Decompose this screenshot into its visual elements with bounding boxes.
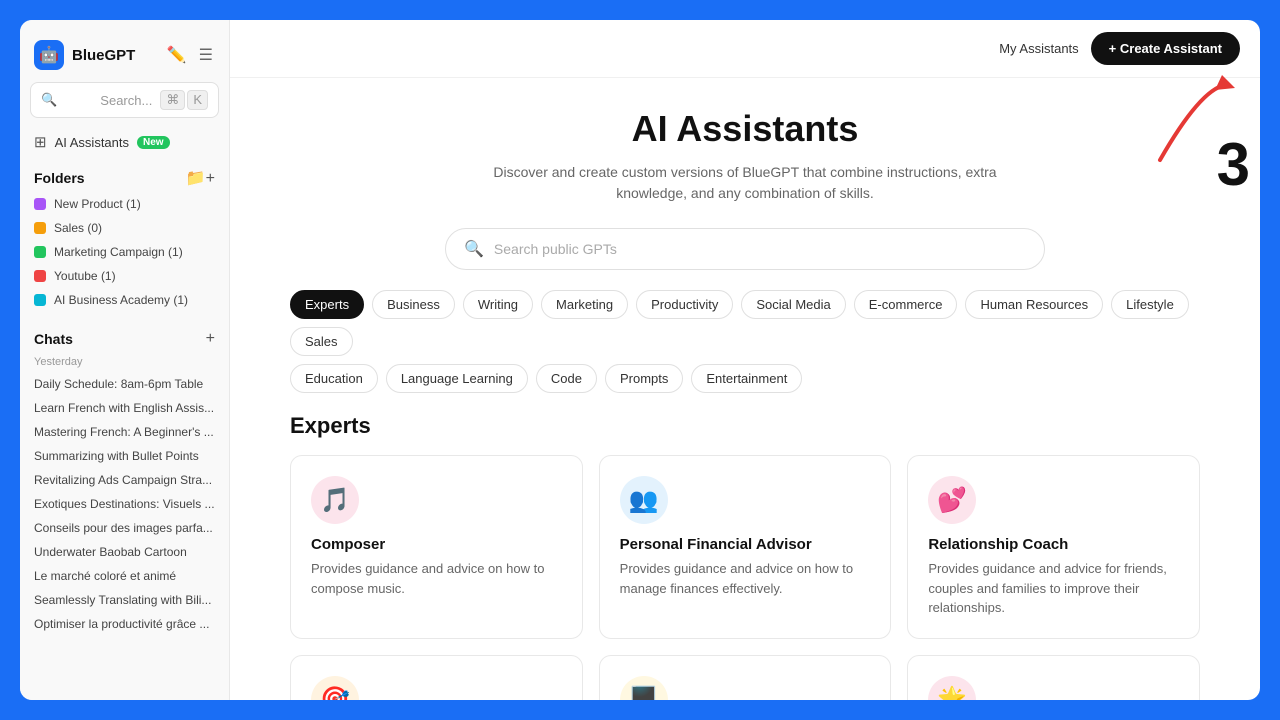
new-badge: New xyxy=(137,136,170,149)
chat-item[interactable]: Underwater Baobab Cartoon xyxy=(20,540,229,564)
add-chat-button[interactable]: + xyxy=(206,330,215,348)
app-name: BlueGPT xyxy=(72,47,135,64)
logo-area: 🤖 BlueGPT xyxy=(34,40,135,70)
folder-marketing[interactable]: Marketing Campaign (1) xyxy=(20,240,229,264)
chat-item[interactable]: Mastering French: A Beginner's ... xyxy=(20,420,229,444)
filter-education[interactable]: Education xyxy=(290,364,378,393)
nav-assistants-label: AI Assistants xyxy=(55,135,129,150)
sidebar-header: 🤖 BlueGPT ✏️ ☰ xyxy=(20,32,229,82)
chat-item[interactable]: Seamlessly Translating with Bili... xyxy=(20,588,229,612)
folder-dot xyxy=(34,270,46,282)
folder-label: Youtube (1) xyxy=(54,269,116,283)
chats-title: Chats xyxy=(34,331,73,347)
chat-item[interactable]: Optimiser la productivité grâce ... xyxy=(20,612,229,636)
folder-dot xyxy=(34,198,46,210)
card-avatar: 🎵 xyxy=(311,476,359,524)
filter-human-resources[interactable]: Human Resources xyxy=(965,290,1103,319)
filter-entertainment[interactable]: Entertainment xyxy=(691,364,802,393)
my-assistants-button[interactable]: My Assistants xyxy=(999,41,1078,56)
search-shortcut: ⌘ K xyxy=(160,90,208,110)
filter-social-media[interactable]: Social Media xyxy=(741,290,845,319)
card-avatar: 🌟 xyxy=(928,676,976,701)
kbd-cmd: ⌘ xyxy=(160,90,185,110)
filter-prompts[interactable]: Prompts xyxy=(605,364,683,393)
filter-business[interactable]: Business xyxy=(372,290,455,319)
main-content: My Assistants + Create Assistant AI Assi… xyxy=(230,20,1260,700)
create-assistant-button[interactable]: + Create Assistant xyxy=(1091,32,1240,65)
card-avatar: 🖥️ xyxy=(620,676,668,701)
chats-section: Chats + Yesterday Daily Schedule: 8am-6p… xyxy=(20,320,229,636)
search-input[interactable] xyxy=(494,241,1026,257)
filter-writing[interactable]: Writing xyxy=(463,290,533,319)
folders-section-header: Folders 📁+ xyxy=(20,158,229,192)
folder-sales[interactable]: Sales (0) xyxy=(20,216,229,240)
top-bar: My Assistants + Create Assistant xyxy=(230,20,1260,78)
filter-experts[interactable]: Experts xyxy=(290,290,364,319)
card-financial-advisor[interactable]: 👥 Personal Financial Advisor Provides gu… xyxy=(599,455,892,639)
folder-label: Sales (0) xyxy=(54,221,102,235)
card-desc: Provides guidance and advice on how to c… xyxy=(311,559,562,598)
public-gpt-search[interactable]: 🔍 xyxy=(445,228,1045,270)
card-life-coach[interactable]: 🌟 Life Coach Provides guidance and advic… xyxy=(907,655,1200,701)
page-title: AI Assistants xyxy=(290,108,1200,150)
chat-item[interactable]: Summarizing with Bullet Points xyxy=(20,444,229,468)
card-avatar: 💕 xyxy=(928,476,976,524)
card-web-design[interactable]: 🖥️ Web Design Consultant Gives tips and … xyxy=(599,655,892,701)
folders-title: Folders xyxy=(34,170,85,186)
search-icon: 🔍 xyxy=(464,239,484,259)
content-area: AI Assistants Discover and create custom… xyxy=(230,78,1260,700)
menu-icon[interactable]: ☰ xyxy=(197,43,215,67)
chat-item[interactable]: Daily Schedule: 8am-6pm Table xyxy=(20,372,229,396)
filter-sales[interactable]: Sales xyxy=(290,327,353,356)
folder-new-product[interactable]: New Product (1) xyxy=(20,192,229,216)
folder-youtube[interactable]: Youtube (1) xyxy=(20,264,229,288)
page-subtitle: Discover and create custom versions of B… xyxy=(290,162,1200,204)
category-title: Experts xyxy=(290,413,1200,439)
chat-item[interactable]: Learn French with English Assis... xyxy=(20,396,229,420)
filter-row-1: Experts Business Writing Marketing Produ… xyxy=(290,290,1200,356)
filter-code[interactable]: Code xyxy=(536,364,597,393)
card-career-counselor[interactable]: 🎯 Career Counselor Provides guidance and… xyxy=(290,655,583,701)
folder-dot xyxy=(34,222,46,234)
assistants-icon: ⊞ xyxy=(34,133,47,151)
folder-dot xyxy=(34,294,46,306)
chat-item[interactable]: Le marché coloré et animé xyxy=(20,564,229,588)
add-folder-button[interactable]: 📁+ xyxy=(186,168,215,188)
kbd-k: K xyxy=(187,90,208,110)
filter-lifestyle[interactable]: Lifestyle xyxy=(1111,290,1189,319)
chat-item[interactable]: Exotiques Destinations: Visuels ... xyxy=(20,492,229,516)
chats-section-header: Chats + xyxy=(20,320,229,352)
filter-ecommerce[interactable]: E-commerce xyxy=(854,290,958,319)
card-desc: Provides guidance and advice on how to m… xyxy=(620,559,871,598)
card-composer[interactable]: 🎵 Composer Provides guidance and advice … xyxy=(290,455,583,639)
chat-item[interactable]: Conseils pour des images parfa... xyxy=(20,516,229,540)
sidebar: 🤖 BlueGPT ✏️ ☰ 🔍 Search... ⌘ K ⊞ AI Assi… xyxy=(20,20,230,700)
folder-label: Marketing Campaign (1) xyxy=(54,245,183,259)
card-name: Composer xyxy=(311,536,562,553)
chat-date-label: Yesterday xyxy=(20,352,229,372)
search-icon: 🔍 xyxy=(41,92,92,108)
card-relationship-coach[interactable]: 💕 Relationship Coach Provides guidance a… xyxy=(907,455,1200,639)
sidebar-actions: ✏️ ☰ xyxy=(165,43,215,67)
chat-item[interactable]: Revitalizing Ads Campaign Stra... xyxy=(20,468,229,492)
filter-row-2: Education Language Learning Code Prompts… xyxy=(290,364,1200,393)
cards-grid: 🎵 Composer Provides guidance and advice … xyxy=(290,455,1200,700)
card-avatar: 👥 xyxy=(620,476,668,524)
filter-marketing[interactable]: Marketing xyxy=(541,290,628,319)
edit-icon[interactable]: ✏️ xyxy=(165,43,189,67)
card-name: Personal Financial Advisor xyxy=(620,536,871,553)
nav-ai-assistants[interactable]: ⊞ AI Assistants New xyxy=(20,126,229,158)
filter-productivity[interactable]: Productivity xyxy=(636,290,733,319)
folder-ai-business[interactable]: AI Business Academy (1) xyxy=(20,288,229,312)
logo-icon: 🤖 xyxy=(34,40,64,70)
folder-label: New Product (1) xyxy=(54,197,141,211)
folder-dot xyxy=(34,246,46,258)
folder-label: AI Business Academy (1) xyxy=(54,293,188,307)
search-box[interactable]: 🔍 Search... ⌘ K xyxy=(30,82,219,118)
card-name: Relationship Coach xyxy=(928,536,1179,553)
card-desc: Provides guidance and advice for friends… xyxy=(928,559,1179,618)
search-label: Search... xyxy=(100,93,152,108)
filter-language-learning[interactable]: Language Learning xyxy=(386,364,528,393)
card-avatar: 🎯 xyxy=(311,676,359,701)
